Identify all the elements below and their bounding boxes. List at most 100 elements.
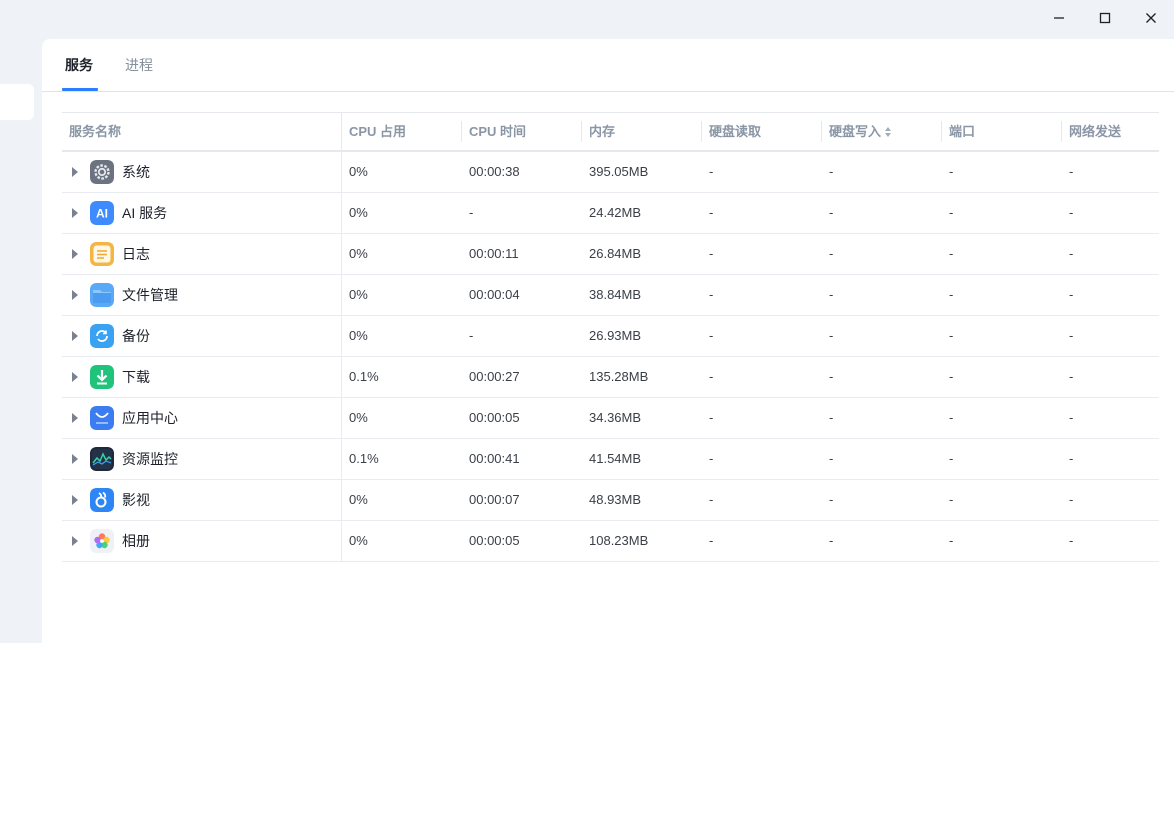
cell-disk-write: - [829,287,834,302]
column-divider[interactable] [821,121,822,142]
column-divider[interactable] [701,121,702,142]
photos-icon [90,529,114,553]
table-row[interactable]: 下载 0.1% 00:00:27 135.28MB - - - - [62,357,1159,398]
video-icon [90,488,114,512]
table-row[interactable]: 影视 0% 00:00:07 48.93MB - - - - [62,480,1159,521]
cell-memory: 38.84MB [589,287,642,302]
expand-arrow-icon[interactable] [72,413,78,423]
cell-disk-read: - [709,369,714,384]
column-divider[interactable] [461,121,462,142]
table-row[interactable]: AI AI 服务 0% - 24.42MB - - - - [62,193,1159,234]
cell-port: - [949,164,954,179]
cell-net-send: - [1069,287,1074,302]
cell-disk-read: - [709,533,714,548]
table-row[interactable]: 文件管理 0% 00:00:04 38.84MB - - - - [62,275,1159,316]
table-row[interactable]: 备份 0% - 26.93MB - - - - [62,316,1159,357]
table-body: 系统 0% 00:00:38 395.05MB - - - - AI AI 服务 0% - 24.42M… [62,152,1159,562]
active-tab-indicator [62,88,98,91]
services-table: 服务名称 CPU 占用 CPU 时间 内存 硬盘读取 硬盘写入 端口 网络发送 … [62,112,1159,562]
table-header: 服务名称 CPU 占用 CPU 时间 内存 硬盘读取 硬盘写入 端口 网络发送 [62,112,1159,152]
cell-disk-write: - [829,246,834,261]
expand-arrow-icon[interactable] [72,495,78,505]
cell-service-name: 文件管理 [122,287,178,303]
cell-port: - [949,492,954,507]
expand-arrow-icon[interactable] [72,372,78,382]
cell-net-send: - [1069,205,1074,220]
cell-memory: 34.36MB [589,410,642,425]
cell-cpu-usage: 0% [349,246,368,261]
cell-disk-write: - [829,369,834,384]
column-header-net-send[interactable]: 网络发送 [1069,113,1121,150]
expand-arrow-icon[interactable] [72,167,78,177]
tab-bar: 服务 进程 [42,39,1174,92]
column-divider[interactable] [341,113,342,150]
expand-arrow-icon[interactable] [72,536,78,546]
cell-cpu-usage: 0% [349,205,368,220]
column-divider [341,193,342,233]
cell-disk-read: - [709,328,714,343]
sort-icon[interactable] [884,126,892,138]
cell-disk-read: - [709,287,714,302]
table-row[interactable]: 应用中心 0% 00:00:05 34.36MB - - - - [62,398,1159,439]
table-row[interactable]: 系统 0% 00:00:38 395.05MB - - - - [62,152,1159,193]
column-divider [341,521,342,561]
cell-port: - [949,451,954,466]
cell-cpu-usage: 0% [349,287,368,302]
cell-service-name: 下载 [122,369,150,385]
column-header-memory[interactable]: 内存 [589,113,615,150]
minimize-icon [1054,17,1064,19]
sidebar-item[interactable] [0,84,34,120]
expand-arrow-icon[interactable] [72,454,78,464]
cell-cpu-time: - [469,205,474,220]
cell-cpu-usage: 0% [349,164,368,179]
expand-arrow-icon[interactable] [72,249,78,259]
cell-cpu-time: 00:00:04 [469,287,520,302]
expand-arrow-icon[interactable] [72,331,78,341]
monitor-icon [90,447,114,471]
maximize-icon [1099,12,1111,24]
column-header-cpu-time[interactable]: CPU 时间 [469,113,526,150]
cell-service-name: 应用中心 [122,410,178,426]
cell-service-name: 资源监控 [122,451,178,467]
column-header-disk-write[interactable]: 硬盘写入 [829,113,892,150]
expand-arrow-icon[interactable] [72,208,78,218]
expand-arrow-icon[interactable] [72,290,78,300]
table-row[interactable]: 日志 0% 00:00:11 26.84MB - - - - [62,234,1159,275]
cell-service-name: 日志 [122,246,150,262]
column-header-cpu-usage[interactable]: CPU 占用 [349,113,406,150]
cell-port: - [949,369,954,384]
column-header-disk-read[interactable]: 硬盘读取 [709,113,761,150]
tab-processes[interactable]: 进程 [125,39,153,91]
cell-port: - [949,410,954,425]
column-divider [341,357,342,397]
column-divider[interactable] [1061,121,1062,142]
cell-disk-read: - [709,410,714,425]
close-button[interactable] [1128,0,1174,36]
cell-cpu-time: 00:00:07 [469,492,520,507]
log-icon [90,242,114,266]
app-store-icon [90,406,114,430]
tab-services[interactable]: 服务 [65,39,93,91]
maximize-button[interactable] [1082,0,1128,36]
cell-disk-write: - [829,533,834,548]
cell-memory: 41.54MB [589,451,642,466]
table-row[interactable]: 相册 0% 00:00:05 108.23MB - - - - [62,521,1159,562]
cell-memory: 108.23MB [589,533,649,548]
table-row[interactable]: 资源监控 0.1% 00:00:41 41.54MB - - - - [62,439,1159,480]
cell-memory: 48.93MB [589,492,642,507]
column-header-port[interactable]: 端口 [949,113,975,150]
cell-disk-read: - [709,246,714,261]
ai-icon: AI [90,201,114,225]
cell-service-name: 相册 [122,533,150,549]
cell-cpu-usage: 0.1% [349,369,379,384]
cell-net-send: - [1069,369,1074,384]
column-divider[interactable] [941,121,942,142]
folder-icon [90,283,114,307]
resource-monitor-window: 服务 进程 服务名称 CPU 占用 CPU 时间 内存 硬盘读取 硬盘写入 端口… [0,0,1174,836]
column-header-name[interactable]: 服务名称 [69,113,121,150]
cell-port: - [949,328,954,343]
column-divider[interactable] [581,121,582,142]
main-panel: 服务 进程 服务名称 CPU 占用 CPU 时间 内存 硬盘读取 硬盘写入 端口… [42,39,1174,836]
minimize-button[interactable] [1036,0,1082,36]
cell-disk-write: - [829,492,834,507]
